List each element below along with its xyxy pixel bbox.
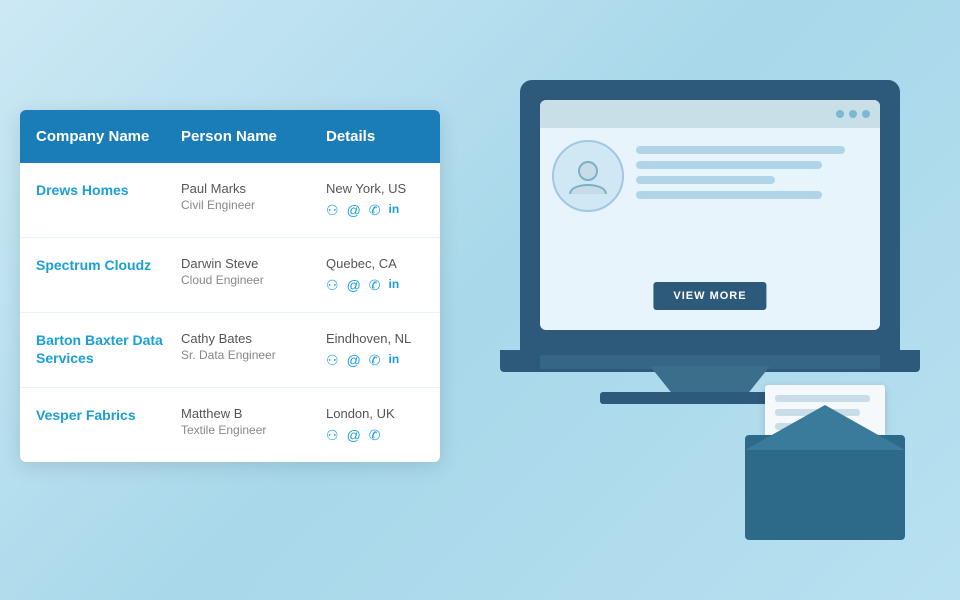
email-icon[interactable]: @: [347, 427, 361, 444]
envelope-flap: [745, 405, 905, 450]
person-info: Paul Marks Civil Engineer: [181, 181, 326, 212]
col-person: Person Name: [181, 128, 326, 145]
person-info: Matthew B Textile Engineer: [181, 406, 326, 437]
details-cell: London, UK ⚇ @ ✆: [326, 406, 424, 444]
details-cell: New York, US ⚇ @ ✆ in: [326, 181, 424, 219]
person-icon[interactable]: ⚇: [326, 427, 339, 444]
person-title: Civil Engineer: [181, 198, 326, 212]
view-more-button[interactable]: VIEW MORE: [653, 282, 766, 310]
data-table: Company Name Person Name Details Drews H…: [20, 110, 440, 462]
person-name: Matthew B: [181, 406, 326, 421]
table-row: Drews HomesPaul Marks Civil EngineerNew Y…: [20, 163, 440, 238]
person-title: Textile Engineer: [181, 423, 326, 437]
person-icon[interactable]: ⚇: [326, 352, 339, 369]
company-name[interactable]: Barton Baxter Data Services: [36, 331, 181, 367]
avatar: [552, 140, 624, 212]
profile-line-3: [636, 176, 775, 184]
letter-line-1: [775, 395, 870, 402]
linkedin-icon[interactable]: in: [389, 352, 400, 369]
email-icon[interactable]: @: [347, 352, 361, 369]
location: London, UK: [326, 406, 424, 421]
browser-dot-2: [849, 110, 857, 118]
person-icon[interactable]: ⚇: [326, 202, 339, 219]
details-cell: Eindhoven, NL ⚇ @ ✆ in: [326, 331, 424, 369]
location: Eindhoven, NL: [326, 331, 424, 346]
linkedin-icon[interactable]: in: [389, 277, 400, 294]
location: New York, US: [326, 181, 424, 196]
company-name[interactable]: Drews Homes: [36, 181, 181, 199]
email-icon[interactable]: @: [347, 202, 361, 219]
contact-icons: ⚇ @ ✆ in: [326, 202, 424, 219]
col-company: Company Name: [36, 128, 181, 145]
person-title: Cloud Engineer: [181, 273, 326, 287]
contact-icons: ⚇ @ ✆ in: [326, 277, 424, 294]
company-name[interactable]: Vesper Fabrics: [36, 406, 181, 424]
person-info: Cathy Bates Sr. Data Engineer: [181, 331, 326, 362]
table-row: Spectrum CloudzDarwin Steve Cloud Enginee…: [20, 238, 440, 313]
profile-line-2: [636, 161, 822, 169]
table-body: Drews HomesPaul Marks Civil EngineerNew Y…: [20, 163, 440, 462]
table-row: Barton Baxter Data ServicesCathy Bates Sr…: [20, 313, 440, 388]
browser-bar: [540, 100, 880, 128]
browser-dot-1: [836, 110, 844, 118]
table-row: Vesper FabricsMatthew B Textile EngineerL…: [20, 388, 440, 462]
company-name[interactable]: Spectrum Cloudz: [36, 256, 181, 274]
person-icon[interactable]: ⚇: [326, 277, 339, 294]
envelope-illustration: [745, 410, 905, 540]
browser-content: [540, 128, 880, 224]
person-name: Darwin Steve: [181, 256, 326, 271]
phone-icon[interactable]: ✆: [369, 277, 381, 294]
phone-icon[interactable]: ✆: [369, 352, 381, 369]
profile-line-1: [636, 146, 845, 154]
linkedin-icon[interactable]: in: [389, 202, 400, 219]
table-header: Company Name Person Name Details: [20, 110, 440, 163]
col-details: Details: [326, 128, 424, 145]
profile-line-4: [636, 191, 822, 199]
browser-dot-3: [862, 110, 870, 118]
phone-icon[interactable]: ✆: [369, 202, 381, 219]
phone-icon[interactable]: ✆: [369, 427, 381, 444]
contact-icons: ⚇ @ ✆: [326, 427, 424, 444]
person-name: Paul Marks: [181, 181, 326, 196]
details-cell: Quebec, CA ⚇ @ ✆ in: [326, 256, 424, 294]
location: Quebec, CA: [326, 256, 424, 271]
person-name: Cathy Bates: [181, 331, 326, 346]
person-title: Sr. Data Engineer: [181, 348, 326, 362]
email-icon[interactable]: @: [347, 277, 361, 294]
laptop-screen-inner: VIEW MORE: [540, 100, 880, 330]
envelope-body: [745, 435, 905, 540]
laptop-screen: VIEW MORE: [520, 80, 900, 350]
contact-icons: ⚇ @ ✆ in: [326, 352, 424, 369]
person-info: Darwin Steve Cloud Engineer: [181, 256, 326, 287]
profile-lines: [636, 140, 868, 212]
